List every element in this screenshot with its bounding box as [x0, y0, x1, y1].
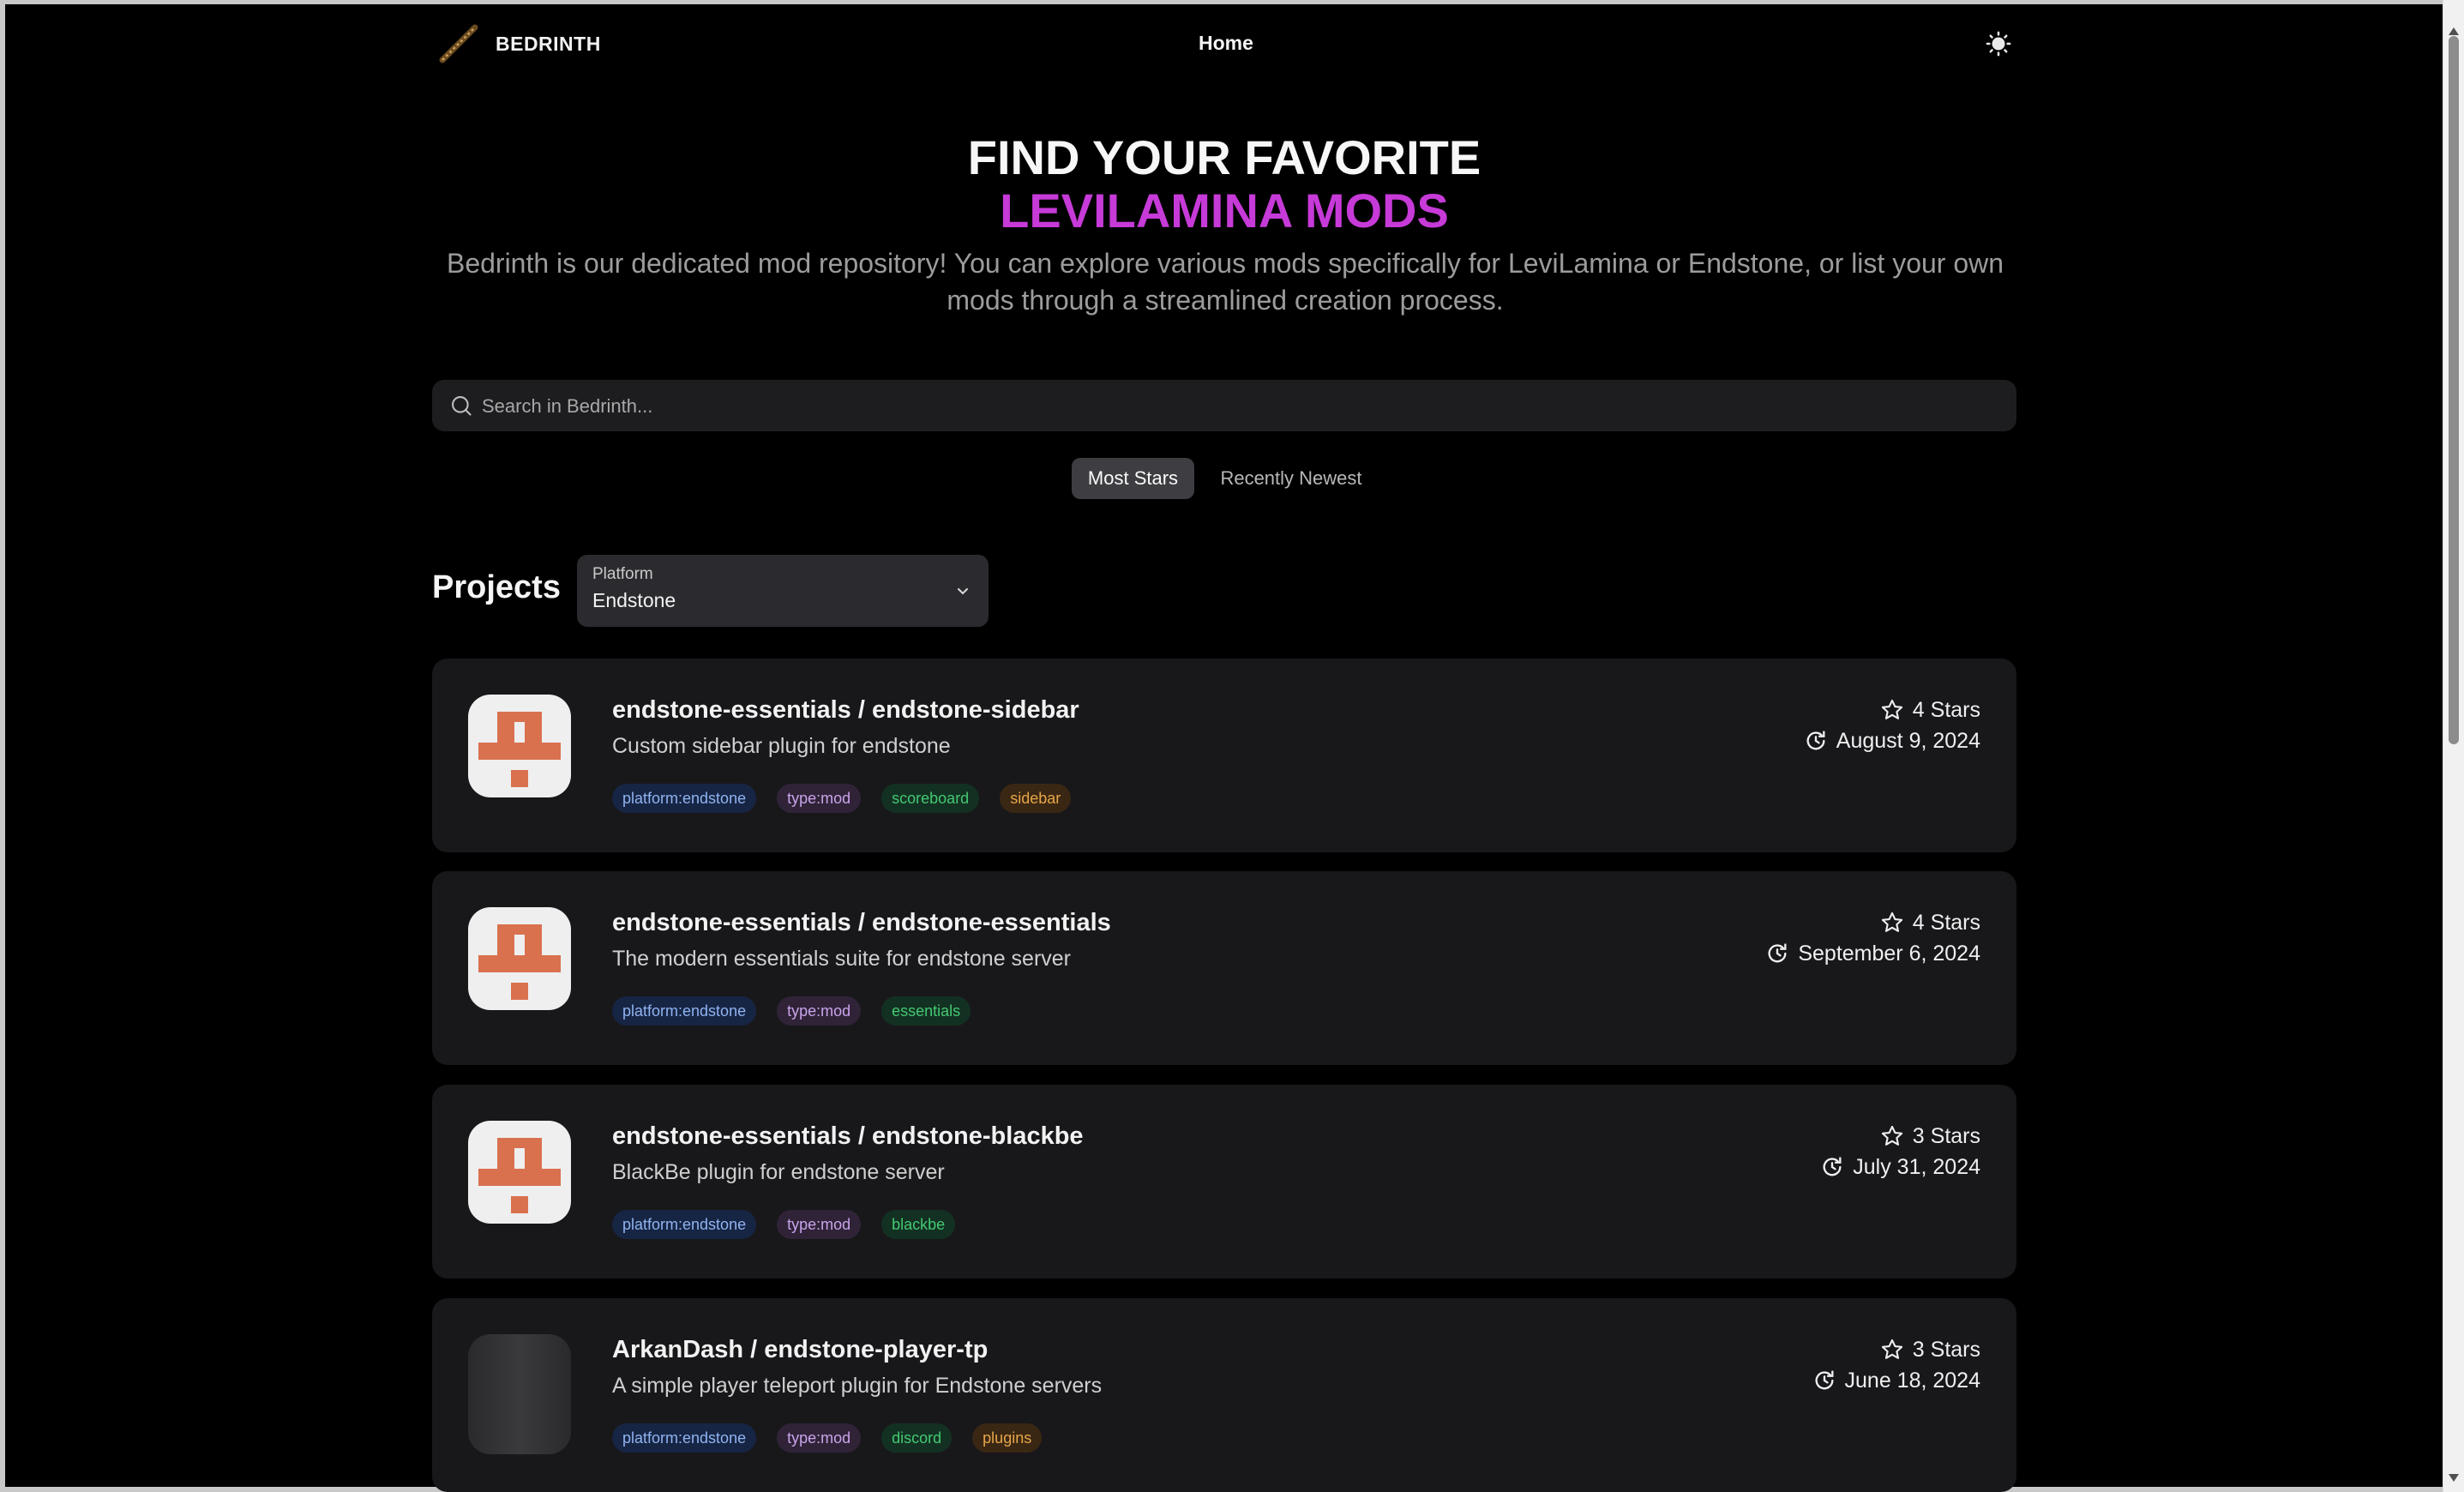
project-logo-icon [478, 924, 561, 1000]
tag-keyword[interactable]: scoreboard [881, 784, 980, 813]
project-updated: September 6, 2024 [1765, 938, 1980, 969]
project-card[interactable]: endstone-essentials / endstone-essential… [432, 871, 2016, 1065]
project-tags: platform:endstone type:mod essentials [612, 996, 971, 1026]
project-tags: platform:endstone type:mod blackbe [612, 1210, 956, 1239]
project-title[interactable]: endstone-essentials / endstone-essential… [612, 909, 1111, 937]
scroll-down-arrow[interactable] [2449, 1474, 2459, 1482]
platform-select-label: Platform [592, 565, 653, 583]
star-icon [1881, 1125, 1902, 1146]
project-avatar [468, 695, 571, 797]
hero-description: Bedrinth is our dedicated mod repository… [446, 248, 2004, 316]
project-title[interactable]: ArkanDash / endstone-player-tp [612, 1336, 988, 1364]
star-icon [1881, 911, 1902, 932]
project-description: Custom sidebar plugin for endstone [612, 734, 951, 758]
top-navbar: BEDRINTH Home [432, 15, 2018, 72]
project-description: A simple player teleport plugin for Ends… [612, 1374, 1103, 1398]
history-icon [1768, 943, 1787, 963]
search-icon [452, 396, 472, 416]
scroll-thumb[interactable] [2449, 36, 2459, 744]
brand-link[interactable]: BEDRINTH [437, 24, 601, 63]
project-meta: 3 Stars July 31, 2024 [1820, 1121, 1980, 1182]
star-icon [1881, 699, 1902, 719]
tag-keyword[interactable]: discord [881, 1423, 953, 1453]
projects-heading: Projects [432, 569, 561, 605]
brand-name: BEDRINTH [496, 32, 601, 55]
project-card[interactable]: ArkanDash / endstone-player-tp A simple … [432, 1298, 2016, 1492]
project-updated: July 31, 2024 [1820, 1152, 1980, 1182]
stars-count: 4 Stars [1912, 910, 1980, 935]
tag-keyword[interactable]: sidebar [1000, 784, 1072, 813]
project-logo-icon [478, 712, 561, 787]
tag-keyword[interactable]: plugins [972, 1423, 1043, 1453]
project-stars: 3 Stars [1820, 1121, 1980, 1152]
search-bar [432, 380, 2016, 433]
tag-type[interactable]: type:mod [777, 1423, 862, 1453]
project-meta: 4 Stars September 6, 2024 [1765, 907, 1980, 969]
project-title[interactable]: endstone-essentials / endstone-sidebar [612, 696, 1079, 725]
nav-home-link[interactable]: Home [1199, 32, 1253, 55]
tag-type[interactable]: type:mod [777, 996, 862, 1026]
brand-logo-icon [439, 24, 478, 63]
tag-type[interactable]: type:mod [777, 1210, 862, 1239]
tab-recently-newest[interactable]: Recently Newest [1207, 458, 1375, 499]
tag-platform[interactable]: platform:endstone [612, 784, 757, 813]
tag-platform[interactable]: platform:endstone [612, 1423, 757, 1453]
stars-count: 4 Stars [1912, 697, 1980, 722]
window-frame-top [0, 0, 2464, 4]
updated-date: August 9, 2024 [1836, 728, 1980, 753]
project-avatar [468, 1334, 571, 1454]
project-meta: 4 Stars August 9, 2024 [1804, 695, 1980, 756]
project-avatar [468, 1121, 571, 1224]
search-input[interactable] [480, 380, 1992, 433]
project-logo-icon [478, 1138, 561, 1213]
hero-title-highlight: LEVILAMINA MODS [1000, 183, 1449, 238]
star-icon [1881, 1339, 1902, 1359]
tag-keyword[interactable]: blackbe [881, 1210, 956, 1239]
platform-select[interactable]: Platform Endstone [577, 555, 989, 627]
stars-count: 3 Stars [1912, 1123, 1980, 1148]
project-title[interactable]: endstone-essentials / endstone-blackbe [612, 1122, 1084, 1151]
tag-type[interactable]: type:mod [777, 784, 862, 813]
project-avatar [468, 907, 571, 1010]
project-card[interactable]: endstone-essentials / endstone-sidebar C… [432, 659, 2016, 852]
project-stars: 3 Stars [1812, 1334, 1980, 1365]
history-icon [1823, 1157, 1842, 1176]
history-icon [1815, 1370, 1834, 1390]
project-card[interactable]: endstone-essentials / endstone-blackbe B… [432, 1085, 2016, 1278]
tag-platform[interactable]: platform:endstone [612, 996, 757, 1026]
project-stars: 4 Stars [1765, 907, 1980, 938]
project-description: The modern essentials suite for endstone… [612, 947, 1071, 971]
chevron-down-icon [958, 588, 968, 595]
project-updated: June 18, 2024 [1812, 1365, 1980, 1396]
project-stars: 4 Stars [1804, 695, 1980, 725]
tag-platform[interactable]: platform:endstone [612, 1210, 757, 1239]
tag-keyword[interactable]: essentials [881, 996, 971, 1026]
stars-count: 3 Stars [1912, 1337, 1980, 1362]
updated-date: July 31, 2024 [1853, 1154, 1980, 1179]
project-meta: 3 Stars June 18, 2024 [1812, 1334, 1980, 1396]
theme-toggle-button[interactable] [1982, 27, 2015, 60]
page-scrollbar[interactable] [2443, 0, 2464, 1492]
tab-most-stars[interactable]: Most Stars [1072, 458, 1194, 499]
project-tags: platform:endstone type:mod discord plugi… [612, 1423, 1043, 1453]
updated-date: September 6, 2024 [1798, 941, 1980, 966]
platform-select-value: Endstone [592, 589, 676, 611]
project-updated: August 9, 2024 [1804, 725, 1980, 756]
sun-icon [1986, 31, 2011, 57]
history-icon [1806, 731, 1825, 750]
project-tags: platform:endstone type:mod scoreboard si… [612, 784, 1072, 813]
scroll-up-arrow[interactable] [2449, 27, 2459, 35]
hero-title: FIND YOUR FAVORITE [967, 130, 1481, 184]
updated-date: June 18, 2024 [1844, 1368, 1980, 1393]
project-description: BlackBe plugin for endstone server [612, 1160, 945, 1184]
